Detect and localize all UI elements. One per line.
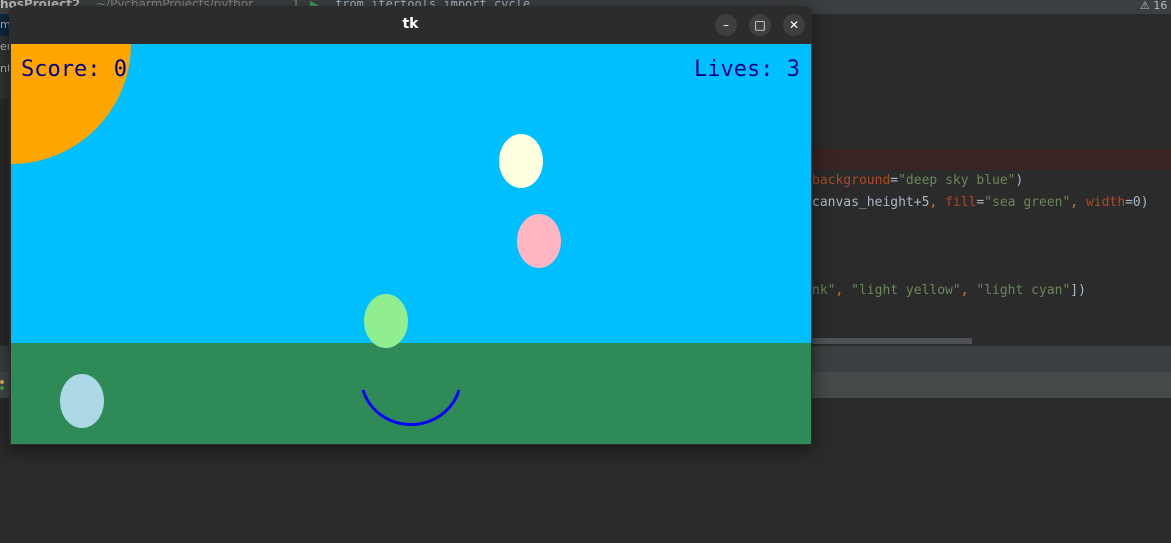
code-token: "light cyan" xyxy=(976,283,1071,298)
game-canvas[interactable]: Score: 0 Lives: 3 xyxy=(11,44,811,444)
warning-count: 16 xyxy=(1153,0,1168,12)
minimize-button[interactable]: – xyxy=(715,14,737,36)
status-dot-green xyxy=(0,386,4,390)
status-dots xyxy=(0,380,6,392)
error-highlight-line xyxy=(812,149,1171,170)
minimize-icon: – xyxy=(723,18,729,32)
tk-window: tk – □ ✕ Score: 0 Lives: 3 xyxy=(9,6,812,445)
code-token: width xyxy=(1085,195,1126,210)
code-token: "deep sky blue" xyxy=(898,173,1016,188)
code-token: , xyxy=(960,283,977,298)
warning-icon: ⚠ xyxy=(1140,0,1150,12)
maximize-button[interactable]: □ xyxy=(749,14,771,36)
code-token: , xyxy=(929,195,946,210)
code-token: fill xyxy=(945,195,977,210)
code-token: "sea green" xyxy=(984,195,1071,210)
code-token: = xyxy=(890,173,899,188)
code-line-1: background="deep sky blue") xyxy=(812,173,1023,188)
editor-horizontal-scrollbar[interactable] xyxy=(812,338,972,344)
code-token: "light yellow" xyxy=(851,283,961,298)
code-token: ) xyxy=(1015,173,1024,188)
lives-text: Lives: 3 xyxy=(694,57,800,82)
code-token: , xyxy=(1070,195,1086,210)
egg-pink xyxy=(517,214,561,268)
status-dot-yellow xyxy=(0,380,4,384)
egg-light-green xyxy=(364,294,408,348)
window-titlebar[interactable]: tk – □ ✕ xyxy=(9,6,812,43)
window-title: tk xyxy=(402,16,419,32)
grass xyxy=(11,343,811,444)
code-token: nk" xyxy=(812,283,836,298)
code-token: canvas_height+5 xyxy=(812,195,930,210)
code-line-3: nk", "light yellow", "light cyan"]) xyxy=(812,283,1086,298)
code-token: background xyxy=(812,173,891,188)
score-text: Score: 0 xyxy=(21,57,127,82)
egg-light-yellow xyxy=(499,134,543,188)
close-icon: ✕ xyxy=(788,18,800,32)
warning-indicator[interactable]: ⚠ 16 xyxy=(1140,0,1167,12)
egg-light-blue xyxy=(60,374,104,428)
close-button[interactable]: ✕ xyxy=(783,14,805,36)
code-token: ]) xyxy=(1070,283,1086,298)
code-token: , xyxy=(835,283,852,298)
code-token: =0) xyxy=(1125,195,1149,210)
maximize-icon: □ xyxy=(754,18,766,32)
code-line-2: canvas_height+5, fill="sea green", width… xyxy=(812,195,1149,210)
sky xyxy=(11,44,811,344)
